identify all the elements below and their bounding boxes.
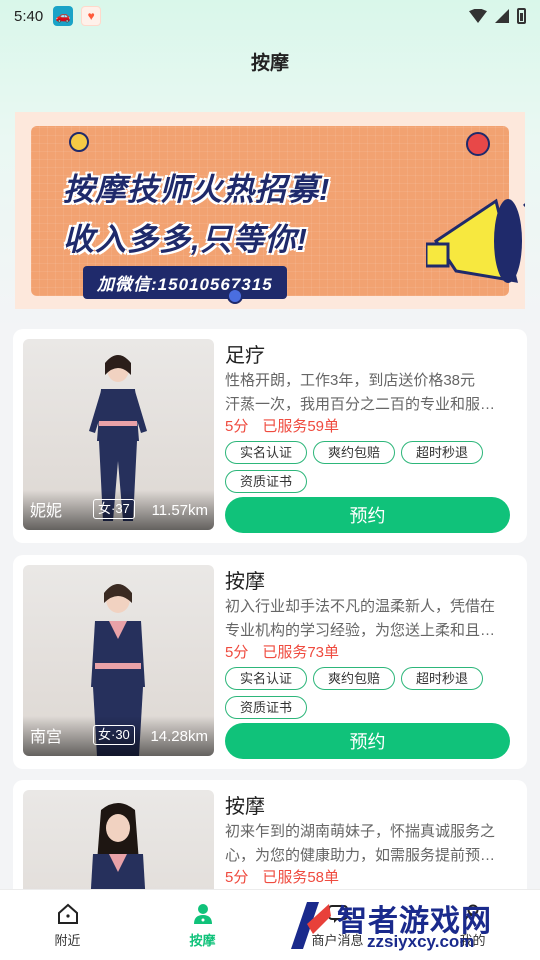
- tag-certificate: 资质证书: [225, 470, 308, 493]
- car-app-icon: 🚗: [53, 6, 74, 26]
- nav-label: 商户消息: [311, 932, 364, 948]
- tag-no-show-compensation: 爽约包赔: [313, 441, 396, 464]
- tag-list: 实名认证 爽约包赔 超时秒退 资质证书: [225, 667, 515, 719]
- gender-age-badge: 女·37: [93, 499, 135, 519]
- rating-stats: 5分 已服务58单: [225, 866, 339, 887]
- status-indicators: [469, 8, 526, 24]
- tag-verified: 实名认证: [225, 441, 308, 464]
- nav-mine[interactable]: 我的: [405, 890, 540, 960]
- message-icon: [327, 904, 348, 923]
- nav-massage[interactable]: 按摩: [135, 890, 270, 960]
- therapist-photo[interactable]: 南宫 女·30 14.28km: [23, 565, 214, 756]
- description-line: 初入行业却手法不凡的温柔新人，凭借在: [225, 598, 496, 615]
- description-line: 初来乍到的湖南萌妹子，怀揣真诚服务之: [225, 823, 496, 840]
- nav-label: 附近: [54, 932, 81, 948]
- tag-verified: 实名认证: [225, 667, 308, 690]
- service-title: 按摩: [225, 571, 265, 593]
- status-bar: 5:40 🚗 ♥: [0, 0, 540, 32]
- rating-stats: 5分 已服务59单: [225, 415, 339, 436]
- decor-dot-icon: [69, 132, 89, 152]
- decor-dot-icon: [227, 288, 243, 304]
- nav-merchant-messages[interactable]: 商户消息: [270, 890, 405, 960]
- banner-panel: 按摩技师火热招募! 收入多多,只等你! 加微信:15010567315: [31, 126, 525, 299]
- therapist-card[interactable]: 南宫 女·30 14.28km 按摩 初入行业却手法不凡的温柔新人，凭借在 专业…: [13, 555, 527, 769]
- description-line: 心，为您的健康助力，如需服务提前预…: [225, 847, 496, 864]
- therapist-name: 妮妮: [30, 503, 63, 520]
- description-line: 汗蒸一次，我用百分之二百的专业和服…: [225, 396, 496, 413]
- gender-age-badge: 女·30: [93, 725, 135, 745]
- service-description: 初来乍到的湖南萌妹子，怀揣真诚服务之 心，为您的健康助力，如需服务提前预…: [225, 820, 510, 868]
- nav-label: 按摩: [189, 932, 216, 948]
- service-description: 性格开朗，工作3年，到店送价格38元 汗蒸一次，我用百分之二百的专业和服…: [225, 369, 510, 417]
- served-count: 已服务59单: [262, 418, 340, 435]
- battery-icon: [517, 8, 526, 24]
- served-count: 已服务73单: [262, 644, 340, 661]
- service-title: 足疗: [225, 345, 265, 367]
- service-description: 初入行业却手法不凡的温柔新人，凭借在 专业机构的学习经验，为您送上柔和且…: [225, 595, 510, 643]
- book-button[interactable]: 预约: [225, 497, 510, 533]
- banner-headline: 按摩技师火热招募!: [63, 172, 331, 207]
- score-label: 5分: [225, 869, 249, 886]
- description-line: 性格开朗，工作3年，到店送价格38元: [225, 372, 476, 389]
- wifi-icon: [469, 9, 487, 23]
- nav-label: 我的: [459, 932, 486, 948]
- decor-dot-icon: [466, 132, 490, 156]
- home-icon: [57, 903, 78, 924]
- signal-icon: [495, 9, 509, 23]
- book-button[interactable]: 预约: [225, 723, 510, 759]
- score-label: 5分: [225, 644, 249, 661]
- status-time: 5:40: [14, 7, 44, 25]
- person-icon: [193, 903, 212, 924]
- tag-list: 实名认证 爽约包赔 超时秒退 资质证书: [225, 441, 515, 493]
- heart-app-icon: ♥: [81, 6, 102, 26]
- served-count: 已服务58单: [262, 869, 340, 886]
- banner-subheadline: 收入多多,只等你!: [63, 222, 308, 257]
- bottom-nav: 附近 按摩 商户消息 我的: [0, 889, 540, 960]
- banner-wechat-contact: 加微信:15010567315: [83, 266, 287, 299]
- user-icon: [463, 904, 482, 923]
- score-label: 5分: [225, 418, 249, 435]
- tag-certificate: 资质证书: [225, 696, 308, 719]
- therapist-photo[interactable]: 妮妮 女·37 11.57km: [23, 339, 214, 530]
- therapist-name: 南宫: [30, 729, 63, 746]
- distance-label: 11.57km: [151, 502, 208, 519]
- page-title: 按摩: [250, 53, 289, 74]
- tag-no-show-compensation: 爽约包赔: [313, 667, 396, 690]
- distance-label: 14.28km: [150, 728, 208, 745]
- recruit-banner[interactable]: 按摩技师火热招募! 收入多多,只等你! 加微信:15010567315: [15, 112, 525, 309]
- service-title: 按摩: [225, 796, 265, 818]
- therapist-card[interactable]: 妮妮 女·37 11.57km 足疗 性格开朗，工作3年，到店送价格38元 汗蒸…: [13, 329, 527, 543]
- tag-timeout-refund: 超时秒退: [401, 441, 484, 464]
- description-line: 专业机构的学习经验，为您送上柔和且…: [225, 622, 496, 639]
- nav-nearby[interactable]: 附近: [0, 890, 135, 960]
- rating-stats: 5分 已服务73单: [225, 641, 339, 662]
- megaphone-icon: [426, 198, 525, 283]
- tag-timeout-refund: 超时秒退: [401, 667, 484, 690]
